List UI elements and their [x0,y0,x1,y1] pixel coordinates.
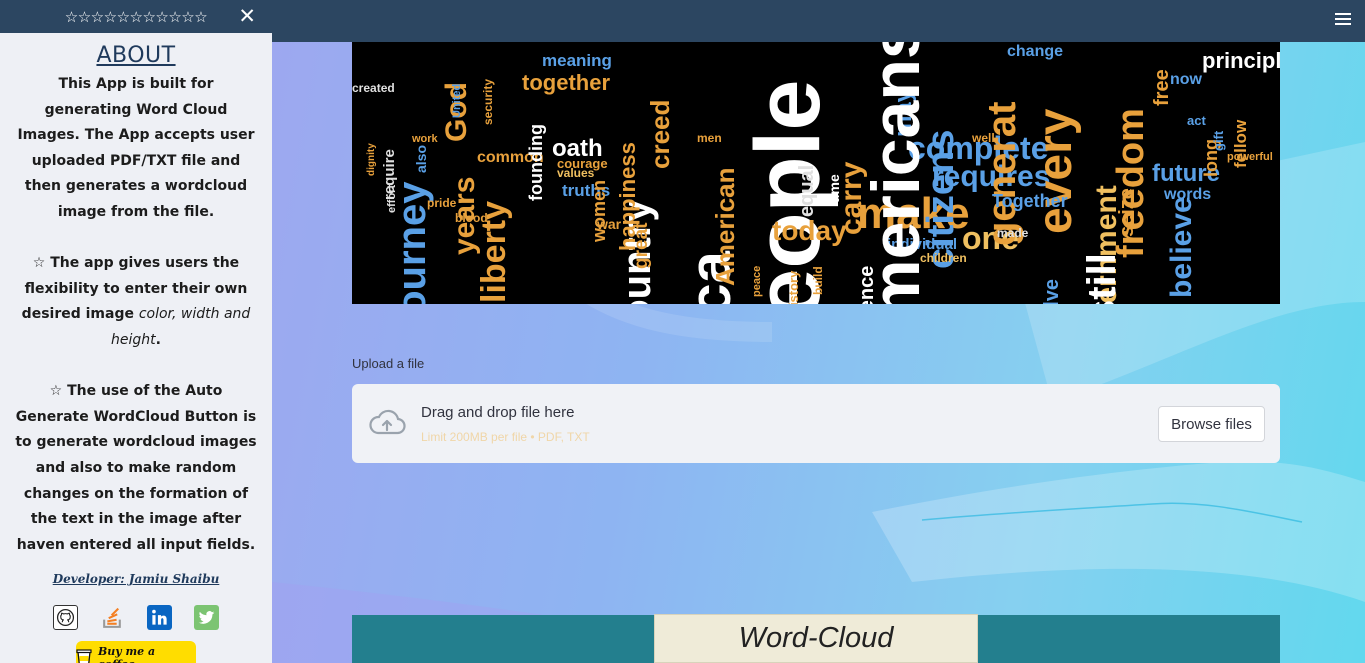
stackoverflow-icon[interactable] [100,605,125,630]
wordcloud-word: principles [1202,48,1280,73]
upload-label: Upload a file [352,356,425,371]
wordcloud-word: pride [427,196,457,210]
hamburger-icon[interactable] [1335,13,1351,27]
about-paragraph-intro: This App is built for generating Word Cl… [17,76,255,220]
wordcloud-word: war [597,216,622,232]
wordcloud-word: time [826,174,842,203]
wordcloud-word: work [412,133,438,145]
wordcloud-word: free [1151,69,1173,106]
file-dropzone[interactable]: Drag and drop file here Limit 200MB per … [352,384,1280,463]
wordcloud-word: meaning [542,51,612,70]
drop-instruction: Drag and drop file here [421,404,575,421]
wordcloud-word: equal [796,164,818,217]
linkedin-icon[interactable] [147,605,172,631]
wordcloud-word: change [1007,43,1064,60]
wordcloud-word: together [522,70,610,95]
about-paragraph-flexibility: ☆ The app gives users the flexibility to… [14,251,258,353]
wordcloud-word: great [631,222,652,270]
wordcloud-word: United [451,84,463,119]
wordcloud-word: now [1170,71,1202,88]
cloud-upload-icon [369,409,406,435]
coffee-cup-icon [76,649,92,663]
main-content: peopleAmericacountrymaketodayonerequires… [272,42,1365,663]
wordcloud-word: blood [455,211,488,225]
wordcloud-word: gift [1211,130,1226,151]
wordcloud-word: history [786,270,801,304]
browse-files-button[interactable]: Browse files [1158,406,1265,442]
social-links [0,605,272,631]
close-icon[interactable]: ✕ [238,5,256,27]
wordcloud-word: founding [526,124,546,202]
wordcloud-word: peace [751,266,763,298]
wordcloud-word: act [1187,113,1206,128]
about-title: ABOUT [96,43,176,68]
wordcloud-word: Americans [858,42,934,304]
sidebar: ☆☆☆☆☆☆☆☆☆☆☆ ✕ ABOUT This App is built fo… [0,0,272,663]
wordcloud-word: words [1164,186,1212,203]
wordcloud-word: created [352,81,395,95]
wordcloud-word: well [972,131,995,145]
buy-me-a-coffee-button[interactable]: Buy me a coffee [76,641,196,663]
file-limit-note: Limit 200MB per file • PDF, TXT [421,430,590,444]
star-rating[interactable]: ☆☆☆☆☆☆☆☆☆☆☆ [65,8,208,26]
about-flex-end: . [155,331,161,348]
github-icon[interactable] [53,605,78,631]
wordcloud-word: creed [645,99,675,169]
wordcloud-word: still [1080,253,1124,304]
wordcloud-word: security [481,78,495,125]
wordcloud-word: men [697,131,722,145]
wordcloud-image: peopleAmericacountrymaketodayonerequires… [352,42,1280,304]
wordcloud-word: Together [992,191,1068,211]
wordcloud-word: women [589,179,609,242]
sidebar-header: ☆☆☆☆☆☆☆☆☆☆☆ ✕ [0,0,272,33]
coffee-label: Buy me a coffee [97,645,156,663]
wordcloud-word: build [811,266,825,295]
wordcloud-word: every [1029,108,1082,234]
page-title: Word-Cloud [654,614,978,663]
wordcloud-word: resolve [1041,279,1063,304]
top-bar [272,0,1365,42]
wordcloud-word: American [710,167,740,287]
wordcloud-word: require [381,148,398,200]
wordcloud-word: generat [980,101,1024,247]
wordcloud-word: courage [557,156,608,171]
twitter-icon[interactable] [194,605,219,631]
wordcloud-word: made [997,226,1029,240]
wordcloud-word: dignity [366,142,377,176]
about-text: This App is built for generating Word Cl… [0,68,272,558]
wordcloud-word: journey [390,181,434,304]
developer-link[interactable]: Developer: Jamiu Shaibu [0,572,272,586]
wordcloud-word: believe [1165,195,1198,298]
wordcloud-word: also [413,144,429,173]
wordcloud-word: powerful [1227,151,1273,163]
about-paragraph-autogen: ☆ The use of the Auto Generate WordCloud… [15,383,257,553]
wordcloud-word: seize [1116,188,1138,237]
